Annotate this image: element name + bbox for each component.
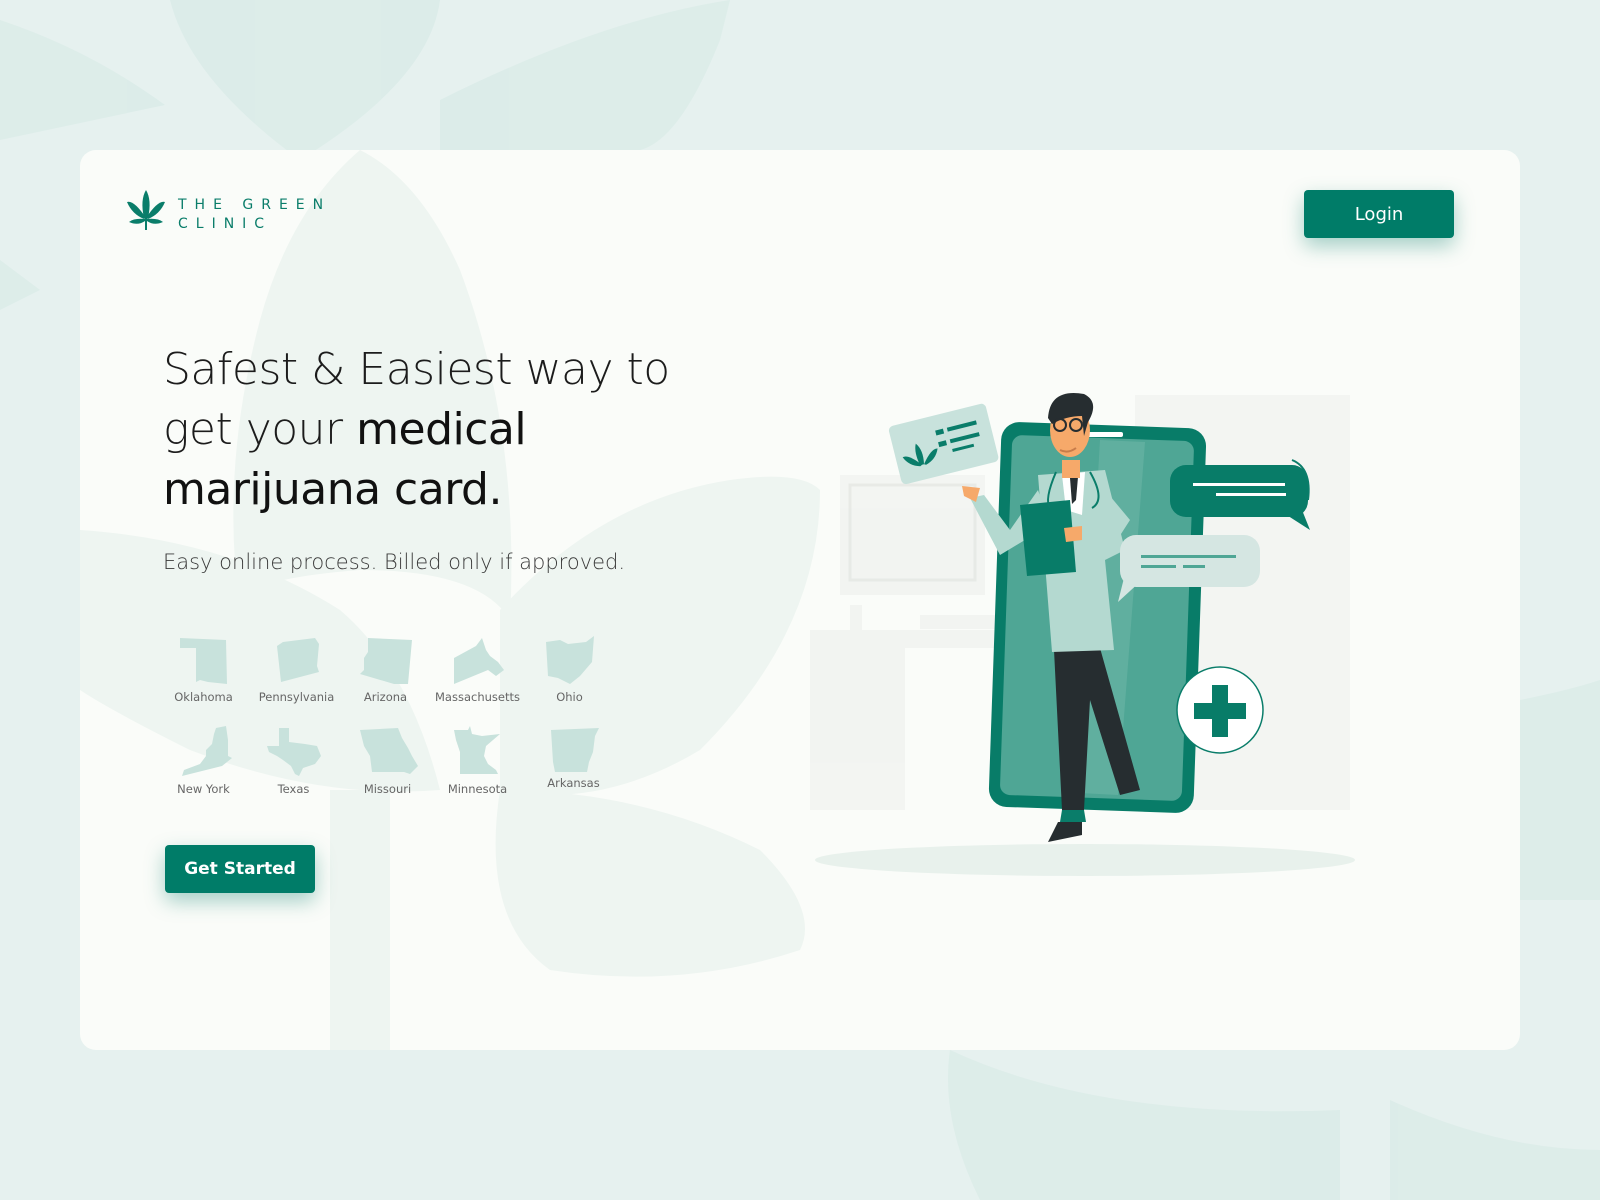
state-label: Arkansas: [547, 776, 600, 790]
state-label: Pennsylvania: [258, 690, 335, 704]
new-york-map-icon: [181, 726, 232, 776]
ohio-map-icon: [545, 636, 594, 684]
brand-logo[interactable]: THE GREEN CLINIC: [126, 188, 331, 234]
brand-name: THE GREEN CLINIC: [178, 196, 331, 234]
state-item-new-york[interactable]: New York: [156, 726, 251, 802]
hero-headline: Safest & Easiest way to get your medical…: [163, 340, 723, 520]
main-card: THE GREEN CLINIC Login Safest & Easiest …: [80, 150, 1520, 1050]
pennsylvania-map-icon: [276, 638, 319, 682]
oklahoma-map-icon: [179, 638, 227, 684]
state-item-massachusetts[interactable]: Massachusetts: [430, 636, 525, 712]
minnesota-map-icon: [453, 726, 500, 774]
state-item-arizona[interactable]: Arizona: [338, 636, 433, 712]
state-label: Minnesota: [447, 782, 508, 796]
doctor-illustration: [810, 393, 1355, 876]
id-card-shape: [888, 403, 999, 485]
state-label: Arizona: [363, 690, 408, 704]
brand-line-2: CLINIC: [178, 216, 273, 232]
get-started-button[interactable]: Get Started: [165, 845, 315, 893]
state-label: New York: [177, 782, 230, 796]
arkansas-map-icon: [550, 728, 599, 772]
state-item-oklahoma[interactable]: Oklahoma: [156, 636, 251, 712]
cannabis-leaf-icon: [127, 190, 165, 230]
texas-map-icon: [266, 728, 321, 776]
massachusetts-map-icon: [453, 638, 504, 684]
medical-plus-icon: [1176, 666, 1264, 754]
state-label: Massachusetts: [435, 690, 520, 704]
brand-line-1: THE GREEN: [178, 197, 332, 213]
state-item-missouri[interactable]: Missouri: [340, 726, 435, 802]
state-item-texas[interactable]: Texas: [246, 726, 341, 802]
arizona-map-icon: [359, 638, 412, 684]
hero-subline: Easy online process. Billed only if appr…: [163, 550, 626, 574]
login-button[interactable]: Login: [1304, 190, 1454, 238]
state-item-arkansas[interactable]: Arkansas: [526, 726, 621, 796]
state-item-pennsylvania[interactable]: Pennsylvania: [249, 636, 344, 712]
state-label: Ohio: [556, 690, 583, 704]
missouri-map-icon: [359, 728, 418, 774]
state-label: Missouri: [363, 782, 412, 796]
state-label: Oklahoma: [174, 690, 233, 704]
state-item-ohio[interactable]: Ohio: [522, 636, 617, 712]
state-item-minnesota[interactable]: Minnesota: [430, 726, 525, 802]
state-label: Texas: [277, 782, 310, 796]
